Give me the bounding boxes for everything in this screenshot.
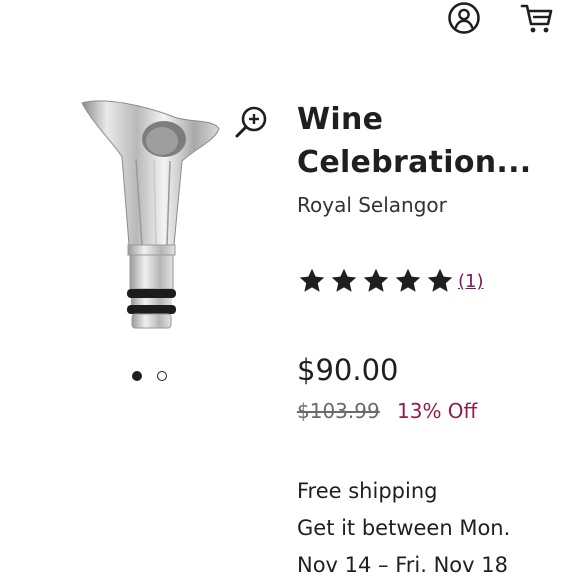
- product-image[interactable]: [74, 95, 224, 350]
- star-icon: [427, 268, 453, 292]
- star-icon: [363, 268, 389, 292]
- carousel-dot[interactable]: [157, 371, 167, 381]
- delivery-estimate-line-1: Get it between Mon.: [297, 516, 511, 540]
- star-icon: [395, 268, 421, 292]
- rating-stars: [297, 266, 455, 296]
- current-price: $90.00: [297, 353, 399, 387]
- star-icon: [331, 268, 357, 292]
- original-price: $103.99: [297, 399, 380, 423]
- product-title: Wine Celebration...: [297, 98, 567, 184]
- account-icon[interactable]: [446, 0, 482, 36]
- carousel-dot-active[interactable]: [132, 371, 142, 381]
- star-icon: [299, 268, 325, 292]
- zoom-in-icon[interactable]: [232, 103, 270, 141]
- review-count-link[interactable]: (1): [458, 270, 484, 294]
- discount-label: 13% Off: [397, 399, 478, 423]
- cart-icon[interactable]: [519, 0, 555, 36]
- shipping-label: Free shipping: [297, 479, 438, 503]
- delivery-estimate-line-2: Nov 14 – Fri. Nov 18: [297, 553, 508, 577]
- product-title-line-2: Celebration...: [297, 145, 532, 180]
- product-title-line-1: Wine: [297, 102, 384, 137]
- brand-name[interactable]: Royal Selangor: [297, 192, 447, 218]
